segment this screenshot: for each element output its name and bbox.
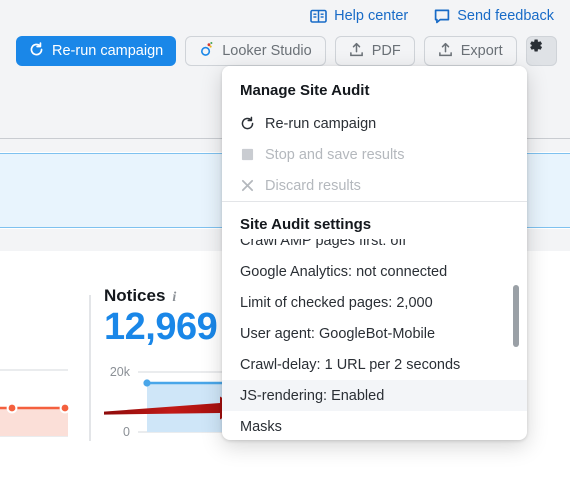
upload-icon xyxy=(438,42,453,61)
help-center-link[interactable]: Help center xyxy=(310,8,408,24)
settings-item-js-rendering[interactable]: JS-rendering: Enabled xyxy=(222,380,527,411)
menu-heading-settings: Site Audit settings xyxy=(222,201,527,239)
settings-item-label: Google Analytics: not connected xyxy=(240,263,448,280)
annotation-arrow-icon xyxy=(104,395,240,426)
speech-bubble-icon xyxy=(434,8,450,24)
settings-gear-button[interactable] xyxy=(525,36,557,66)
settings-list: Crawl AMP pages first: off Google Analyt… xyxy=(222,239,527,440)
widget-divider xyxy=(89,295,91,441)
refresh-icon xyxy=(240,116,255,131)
manage-site-audit-menu: Manage Site Audit Re-run campaign Stop a… xyxy=(222,66,527,440)
axis-label-bottom: 0 xyxy=(123,424,130,439)
settings-item-label: Crawl-delay: 1 URL per 2 seconds xyxy=(240,356,461,373)
menu-item-stop-and-save-results: Stop and save results xyxy=(222,139,527,170)
help-book-icon xyxy=(310,8,327,24)
menu-item-rerun-campaign[interactable]: Re-run campaign xyxy=(222,108,527,139)
menu-heading-manage: Manage Site Audit xyxy=(222,66,527,108)
upload-icon xyxy=(349,42,364,61)
rerun-campaign-button[interactable]: Re-run campaign xyxy=(16,36,177,66)
settings-item-label: User agent: GoogleBot-Mobile xyxy=(240,325,436,342)
menu-item-discard-results: Discard results xyxy=(222,170,527,201)
rerun-campaign-label: Re-run campaign xyxy=(52,43,164,59)
settings-item-label: Masks xyxy=(240,418,282,435)
export-button[interactable]: Export xyxy=(423,36,517,66)
menu-item-label: Re-run campaign xyxy=(265,115,377,132)
settings-item-crawl-delay[interactable]: Crawl-delay: 1 URL per 2 seconds xyxy=(222,349,527,380)
settings-item-crawl-amp[interactable]: Crawl AMP pages first: off xyxy=(222,239,527,256)
settings-item-limit-of-checked-pages[interactable]: Limit of checked pages: 2,000 xyxy=(222,287,527,318)
gear-icon xyxy=(527,39,544,58)
axis-label-top: 20k xyxy=(109,364,130,379)
looker-studio-button[interactable]: Looker Studio xyxy=(185,36,326,66)
pdf-export-button[interactable]: PDF xyxy=(334,36,415,66)
info-icon[interactable]: i xyxy=(172,290,176,306)
menu-item-label: Discard results xyxy=(265,177,361,194)
report-toolbar: Re-run campaign Looker Studio PDF Export xyxy=(16,36,557,66)
stop-square-icon xyxy=(240,148,255,161)
widget-left-sparkline xyxy=(0,360,90,445)
notices-title: Notices xyxy=(104,286,166,305)
refresh-icon xyxy=(29,41,44,61)
menu-item-label: Stop and save results xyxy=(265,146,405,163)
looker-studio-label: Looker Studio xyxy=(222,43,312,59)
settings-item-label: JS-rendering: Enabled xyxy=(240,387,385,404)
settings-item-user-agent[interactable]: User agent: GoogleBot-Mobile xyxy=(222,318,527,349)
send-feedback-link[interactable]: Send feedback xyxy=(434,8,554,24)
pdf-export-label: PDF xyxy=(371,43,401,59)
help-center-label: Help center xyxy=(334,8,409,24)
send-feedback-label: Send feedback xyxy=(457,8,554,24)
settings-scrollbar-track[interactable] xyxy=(513,239,523,440)
settings-scrollbar-thumb[interactable] xyxy=(513,285,519,347)
top-utility-links: Help center Send feedback xyxy=(310,8,554,24)
export-label: Export xyxy=(460,43,503,59)
settings-item-label: Crawl AMP pages first: off xyxy=(240,239,407,249)
settings-item-google-analytics[interactable]: Google Analytics: not connected xyxy=(222,256,527,287)
orange-area-chart xyxy=(0,369,71,437)
looker-studio-icon xyxy=(199,41,214,61)
settings-scroll-area: Crawl AMP pages first: off Google Analyt… xyxy=(222,239,527,440)
settings-item-label: Limit of checked pages: 2,000 xyxy=(240,294,433,311)
screenshot-root: Help center Send feedback Re-run campaig… xyxy=(0,0,570,502)
close-x-icon xyxy=(240,179,255,192)
settings-item-masks[interactable]: Masks xyxy=(222,411,527,440)
